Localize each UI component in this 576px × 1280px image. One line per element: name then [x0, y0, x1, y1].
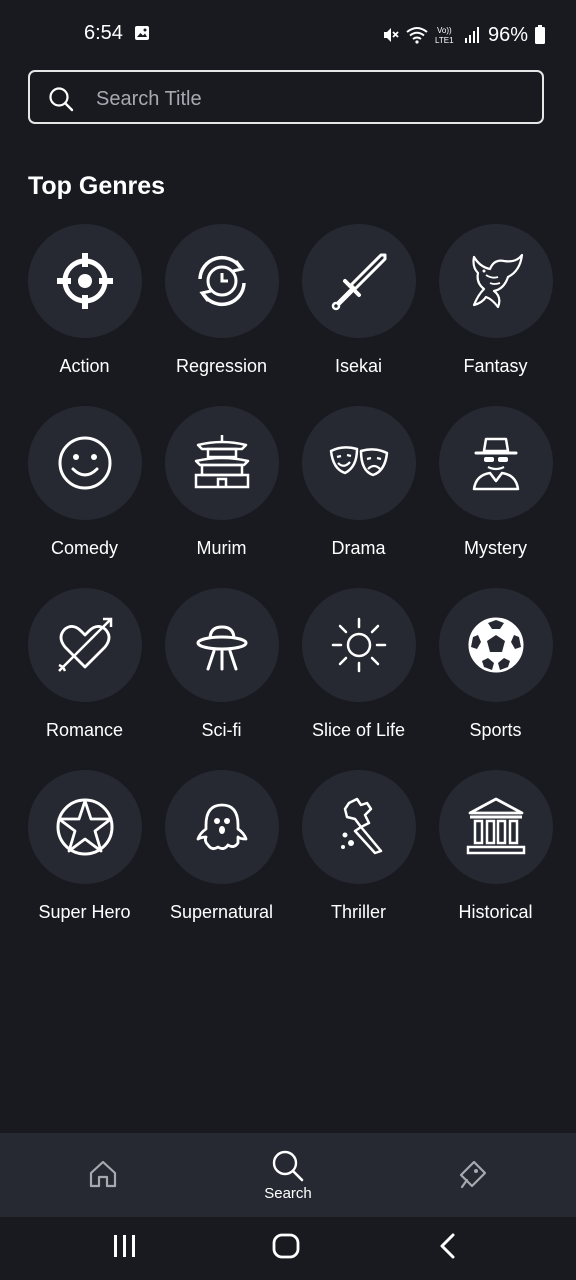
genre-label: Regression [175, 356, 268, 376]
genre-icon-circle [438, 224, 553, 338]
genre-thriller[interactable]: Thriller [290, 770, 427, 952]
genre-icon-circle [27, 224, 142, 338]
genre-label: Isekai [334, 356, 383, 376]
genre-label: Supernatural [169, 902, 274, 922]
battery-percent: 96% [487, 23, 528, 46]
genre-super-hero[interactable]: Super Hero [16, 770, 153, 952]
section-title: Top Genres [28, 172, 166, 200]
genre-regression[interactable]: Regression [153, 224, 290, 406]
genre-romance[interactable]: Romance [16, 588, 153, 770]
search-icon [272, 1150, 304, 1181]
genre-grid: Action Regression Isekai Fantasy Comedy … [16, 224, 564, 952]
mute-icon [383, 28, 399, 42]
gallery-notification-icon [135, 26, 149, 40]
genre-icon-circle [301, 588, 416, 702]
wifi-icon [406, 27, 428, 44]
nav-search-label: Search [264, 1184, 312, 1202]
theater-masks-icon [329, 446, 388, 477]
genre-label: Murim [196, 538, 247, 558]
genre-icon-circle [301, 770, 416, 884]
crosshair-icon [56, 253, 113, 309]
search-input[interactable] [94, 82, 518, 116]
genre-label: Fantasy [463, 356, 528, 376]
knife-hand-icon [340, 797, 382, 855]
dragon-icon [471, 253, 523, 309]
soccer-ball-icon [468, 617, 523, 673]
genre-scifi[interactable]: Sci-fi [153, 588, 290, 770]
genre-label: Romance [45, 720, 124, 740]
tag-icon [459, 1160, 487, 1189]
genre-label: Thriller [330, 902, 386, 922]
signal-icon [464, 27, 479, 43]
ghost-icon [196, 803, 247, 850]
genre-label: Mystery [464, 538, 527, 558]
back-icon[interactable] [436, 1231, 460, 1261]
genre-icon-circle [27, 588, 142, 702]
pagoda-icon [194, 435, 249, 489]
genre-supernatural[interactable]: Supernatural [153, 770, 290, 952]
battery-icon [535, 25, 545, 44]
genre-action[interactable]: Action [16, 224, 153, 406]
genre-icon-circle [301, 406, 416, 520]
search-box[interactable] [28, 70, 544, 124]
genre-icon-circle [27, 770, 142, 884]
genre-label: Action [59, 356, 110, 376]
genre-icon-circle [438, 588, 553, 702]
genre-mystery[interactable]: Mystery [427, 406, 564, 588]
search-icon [49, 87, 74, 112]
genre-icon-circle [164, 406, 279, 520]
volte-icon: Vo)) LTE1 [435, 26, 454, 45]
genre-icon-circle [27, 406, 142, 520]
genre-icon-circle [164, 588, 279, 702]
genre-slice-of-life[interactable]: Slice of Life [290, 588, 427, 770]
status-bar: 6:54 Vo)) LTE1 96% [0, 0, 576, 70]
genre-icon-circle [438, 770, 553, 884]
detective-icon [472, 437, 519, 491]
genre-historical[interactable]: Historical [427, 770, 564, 952]
genre-label: Historical [458, 902, 533, 922]
genre-murim[interactable]: Murim [153, 406, 290, 588]
genre-label: Sports [469, 720, 522, 740]
nav-tag[interactable] [413, 1133, 533, 1217]
star-badge-icon [56, 798, 113, 856]
genre-icon-circle [164, 224, 279, 338]
genre-isekai[interactable]: Isekai [290, 224, 427, 406]
svg-text:Vo)): Vo)) [437, 26, 452, 35]
home-button-icon[interactable] [271, 1231, 301, 1261]
heart-arrow-icon [57, 617, 112, 672]
status-icons: Vo)) LTE1 96% [382, 20, 546, 50]
genre-drama[interactable]: Drama [290, 406, 427, 588]
smiley-icon [58, 436, 111, 490]
time-rewind-icon [197, 255, 246, 307]
genre-icon-circle [164, 770, 279, 884]
genre-label: Slice of Life [311, 720, 406, 740]
sword-icon [331, 253, 386, 311]
genre-icon-circle [301, 224, 416, 338]
genre-sports[interactable]: Sports [427, 588, 564, 770]
bottom-nav: Search [0, 1133, 576, 1217]
sun-icon [331, 617, 386, 673]
recent-apps-icon[interactable] [112, 1231, 138, 1261]
genre-comedy[interactable]: Comedy [16, 406, 153, 588]
ufo-icon [196, 625, 247, 671]
genre-label: Sci-fi [201, 720, 242, 740]
museum-icon [466, 797, 525, 855]
status-time: 6:54 [84, 22, 123, 44]
genre-icon-circle [438, 406, 553, 520]
system-nav-bar [0, 1217, 576, 1280]
home-icon [89, 1160, 117, 1188]
svg-text:LTE1: LTE1 [435, 36, 454, 45]
nav-search[interactable]: Search [228, 1133, 348, 1217]
genre-fantasy[interactable]: Fantasy [427, 224, 564, 406]
genre-label: Drama [331, 538, 386, 558]
genre-label: Comedy [50, 538, 119, 558]
nav-home[interactable] [43, 1133, 163, 1217]
genre-label: Super Hero [38, 902, 131, 922]
